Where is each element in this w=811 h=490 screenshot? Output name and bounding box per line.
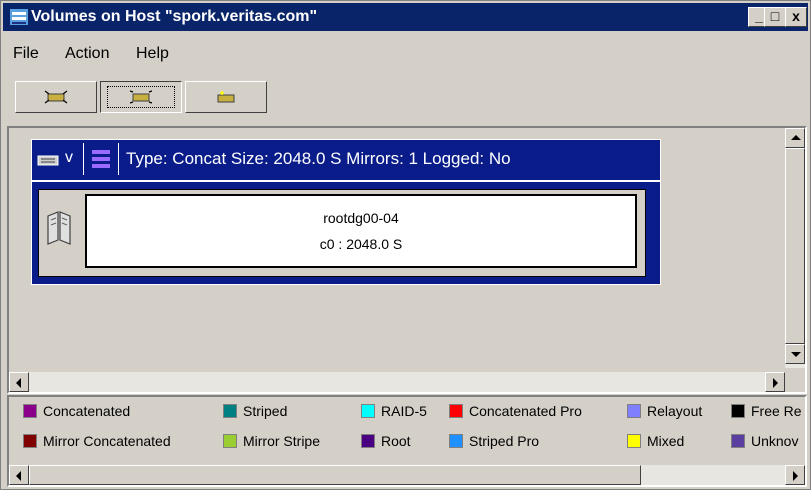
arrow-right-icon — [773, 378, 778, 388]
legend-item: RAID-5 — [361, 401, 427, 421]
menu-help[interactable]: Help — [136, 45, 169, 63]
plex-book-icon — [47, 211, 71, 245]
arrow-left-icon — [16, 378, 21, 388]
title-bar[interactable]: Volumes on Host "spork.veritas.com" _ □ … — [3, 3, 808, 31]
scroll-left-button[interactable] — [9, 372, 29, 392]
volume-expand-icon — [129, 90, 153, 104]
plex-panel[interactable]: rootdg00-04 c0 : 2048.0 S — [38, 189, 646, 277]
legend-item: Striped — [223, 401, 287, 421]
close-button[interactable]: x — [785, 7, 807, 27]
horizontal-scrollbar[interactable] — [9, 372, 785, 392]
legend-item: Concatenated Pro — [449, 401, 582, 421]
legend-swatch — [223, 404, 237, 418]
new-volume-button[interactable] — [185, 81, 267, 113]
legend-item: Mirror Stripe — [223, 431, 320, 451]
legend-swatch — [627, 404, 641, 418]
toolbar — [5, 79, 808, 119]
volume-view-pane[interactable]: v Type: Concat Size: 2048.0 S Mirrors: 1… — [7, 126, 807, 394]
scroll-right-button[interactable] — [765, 372, 785, 392]
legend-scroll-thumb[interactable] — [29, 465, 641, 485]
legend-item: Free Re — [731, 401, 802, 421]
volume-node[interactable]: v — [35, 143, 84, 175]
legend-scroll-right-button[interactable] — [785, 465, 805, 485]
scroll-thumb[interactable] — [785, 148, 805, 344]
scroll-up-button[interactable] — [785, 128, 805, 148]
menu-action[interactable]: Action — [65, 45, 109, 63]
divider — [32, 180, 660, 182]
legend-item: Mirror Concatenated — [23, 431, 171, 451]
new-volume-icon — [217, 91, 235, 103]
legend-swatch — [449, 434, 463, 448]
volume-panel[interactable]: v Type: Concat Size: 2048.0 S Mirrors: 1… — [31, 139, 661, 285]
volume-icon — [37, 155, 59, 166]
legend-swatch — [627, 434, 641, 448]
arrow-up-icon — [791, 135, 801, 140]
window-title: Volumes on Host "spork.veritas.com" — [31, 8, 318, 25]
legend-swatch — [731, 434, 745, 448]
legend-item: Unknov — [731, 431, 798, 451]
scroll-down-button[interactable] — [785, 344, 805, 364]
legend-swatch — [223, 434, 237, 448]
legend-item: Relayout — [627, 401, 702, 421]
volumes-window: Volumes on Host "spork.veritas.com" _ □ … — [0, 0, 811, 490]
collapse-view-button[interactable] — [15, 81, 97, 113]
legend-item: Mixed — [627, 431, 684, 451]
legend-horizontal-scrollbar[interactable] — [9, 465, 805, 485]
legend-swatch — [731, 404, 745, 418]
volume-header: v Type: Concat Size: 2048.0 S Mirrors: 1… — [32, 140, 660, 178]
legend-swatch — [23, 434, 37, 448]
volume-info: Type: Concat Size: 2048.0 S Mirrors: 1 L… — [126, 149, 511, 168]
app-icon — [10, 9, 28, 25]
scroll-corner — [785, 372, 805, 392]
legend-item: Root — [361, 431, 411, 451]
maximize-button[interactable]: □ — [764, 7, 786, 27]
legend-item: Concatenated — [23, 401, 130, 421]
subdisk-name: rootdg00-04 — [323, 210, 399, 226]
legend-swatch — [449, 404, 463, 418]
vertical-scrollbar[interactable] — [785, 128, 805, 368]
volume-name-prefix: v — [65, 149, 73, 166]
arrow-right-icon — [793, 471, 798, 481]
legend-swatch — [23, 404, 37, 418]
concat-layout-node[interactable] — [84, 143, 119, 175]
legend-panel: Concatenated Striped RAID-5 Concatenated… — [7, 395, 807, 487]
menu-file[interactable]: File — [13, 45, 39, 63]
legend-swatch — [361, 404, 375, 418]
subdisk-detail: c0 : 2048.0 S — [319, 236, 403, 252]
arrow-left-icon — [16, 471, 21, 481]
legend-item: Striped Pro — [449, 431, 539, 451]
expand-view-button[interactable] — [100, 81, 182, 113]
concat-layout-icon — [91, 148, 111, 170]
arrow-down-icon — [791, 352, 801, 357]
legend-swatch — [361, 434, 375, 448]
subdisk-box[interactable]: rootdg00-04 c0 : 2048.0 S — [85, 194, 637, 268]
volume-collapse-icon — [44, 90, 68, 104]
legend-scroll-left-button[interactable] — [9, 465, 29, 485]
